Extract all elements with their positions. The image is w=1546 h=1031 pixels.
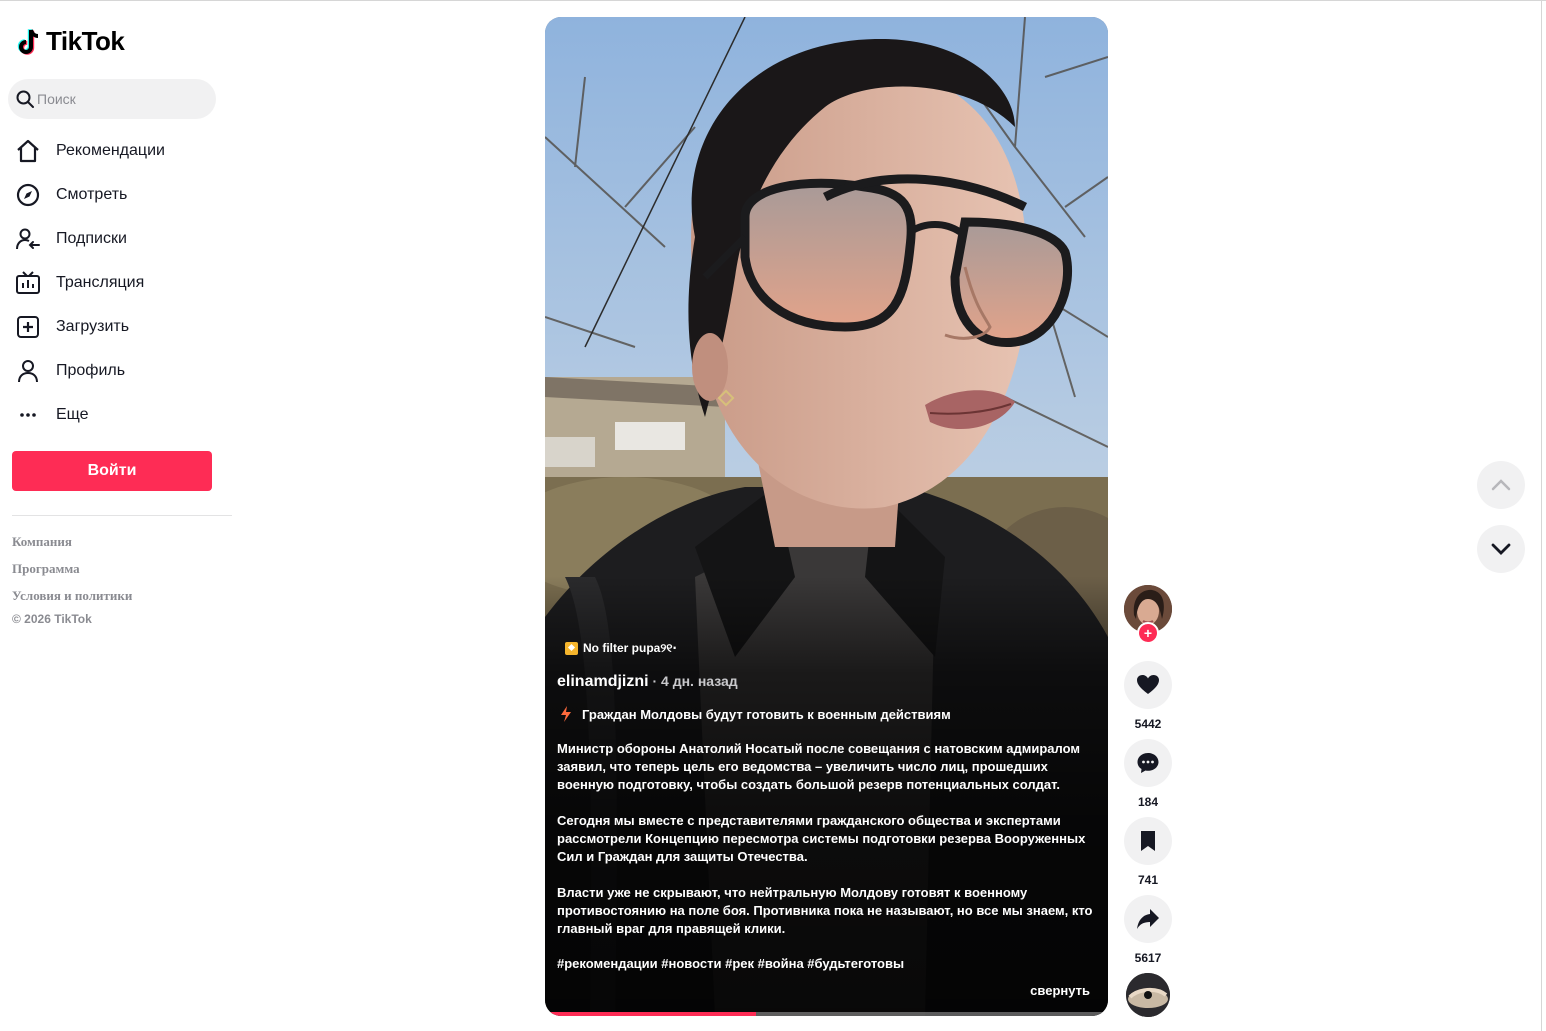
profile-icon bbox=[14, 357, 42, 385]
author-name[interactable]: elinamdjizni bbox=[557, 673, 649, 690]
sidebar-item-label: Рекомендации bbox=[56, 142, 165, 159]
caption-paragraph: Власти уже не скрывают, что нейтральную … bbox=[557, 885, 1093, 936]
sidebar-item-recommendations[interactable]: Рекомендации bbox=[14, 129, 165, 173]
logo-text: TikTok bbox=[46, 26, 125, 56]
hashtags[interactable]: #рекомендации #новости #рек #война #будь… bbox=[557, 956, 1097, 971]
sidebar-item-label: Трансляция bbox=[56, 274, 145, 291]
video-player[interactable]: No filter pupa୨୧‧ elinamdjizni · 4 дн. н… bbox=[545, 17, 1108, 1016]
collapse-caption-button[interactable]: свернуть bbox=[1030, 983, 1090, 998]
next-video-button[interactable] bbox=[1477, 525, 1525, 573]
video-progress-bar[interactable] bbox=[545, 1012, 1108, 1016]
like-count: 5442 bbox=[1134, 717, 1162, 731]
save-button[interactable] bbox=[1124, 817, 1172, 865]
search-box[interactable] bbox=[8, 79, 216, 119]
video-caption: No filter pupa୨୧‧ elinamdjizni · 4 дн. н… bbox=[557, 641, 1097, 971]
comment-count: 184 bbox=[1137, 795, 1159, 809]
search-icon bbox=[16, 90, 34, 108]
share-icon bbox=[1137, 909, 1159, 929]
video-progress-fill bbox=[545, 1012, 757, 1016]
save-action: 741 bbox=[1124, 817, 1172, 895]
comment-icon bbox=[1137, 753, 1159, 773]
author-avatar[interactable]: + bbox=[1124, 585, 1172, 644]
post-time: · 4 дн. назад bbox=[648, 673, 738, 689]
chevron-up-icon bbox=[1491, 479, 1511, 491]
sidebar-item-profile[interactable]: Профиль bbox=[14, 349, 165, 393]
more-icon bbox=[14, 401, 42, 429]
like-action: 5442 bbox=[1124, 661, 1172, 739]
live-tv-icon bbox=[14, 269, 42, 297]
action-bar: + 5442 184 741 5617 bbox=[1124, 585, 1172, 1017]
sidebar-item-label: Смотреть bbox=[56, 186, 128, 203]
footer-link-program[interactable]: Программа bbox=[12, 560, 132, 587]
sidebar-item-label: Профиль bbox=[56, 362, 126, 379]
sidebar-item-label: Загрузить bbox=[56, 318, 130, 335]
share-action: 5617 bbox=[1124, 895, 1172, 973]
share-button[interactable] bbox=[1124, 895, 1172, 943]
share-count: 5617 bbox=[1134, 951, 1162, 965]
footer-link-terms[interactable]: Условия и политики bbox=[12, 587, 132, 614]
comment-button[interactable] bbox=[1124, 739, 1172, 787]
like-button[interactable] bbox=[1124, 661, 1172, 709]
sidebar: TikTok Рекомендации Смотреть Подписки bbox=[0, 0, 240, 1031]
tiktok-logo[interactable]: TikTok bbox=[15, 26, 125, 57]
caption-headline: Граждан Молдовы будут готовить к военным… bbox=[557, 706, 1097, 722]
previous-video-button[interactable] bbox=[1477, 461, 1525, 509]
chevron-down-icon bbox=[1491, 543, 1511, 555]
caption-paragraph: Сегодня мы вместе с представителями граж… bbox=[557, 813, 1086, 864]
sidebar-item-following[interactable]: Подписки bbox=[14, 217, 165, 261]
home-icon bbox=[14, 137, 42, 165]
author-row: elinamdjizni · 4 дн. назад bbox=[557, 673, 1097, 691]
upload-icon bbox=[14, 313, 42, 341]
footer-link-company[interactable]: Компания bbox=[12, 533, 132, 560]
search-input[interactable] bbox=[37, 91, 197, 107]
save-count: 741 bbox=[1137, 873, 1159, 887]
bookmark-icon bbox=[1141, 831, 1155, 851]
copyright: © 2026 TikTok bbox=[12, 612, 92, 626]
heart-icon bbox=[1137, 675, 1159, 694]
music-tag[interactable]: No filter pupa୨୧‧ bbox=[565, 641, 1097, 656]
headline-text: Граждан Молдовы будут готовить к военным… bbox=[582, 706, 951, 722]
footer-links: Компания Программа Условия и политики bbox=[12, 533, 132, 614]
sidebar-item-explore[interactable]: Смотреть bbox=[14, 173, 165, 217]
following-icon bbox=[14, 225, 42, 253]
sidebar-nav: Рекомендации Смотреть Подписки Трансляци… bbox=[14, 129, 165, 437]
login-button[interactable]: Войти bbox=[12, 451, 212, 491]
sidebar-item-upload[interactable]: Загрузить bbox=[14, 305, 165, 349]
sidebar-item-label: Еще bbox=[56, 406, 89, 423]
tiktok-note-icon bbox=[17, 28, 39, 55]
music-disc[interactable] bbox=[1126, 973, 1170, 1017]
right-border bbox=[1541, 0, 1542, 1031]
caption-paragraph: Министр обороны Анатолий Носатый после с… bbox=[557, 741, 1080, 792]
sidebar-item-label: Подписки bbox=[56, 230, 127, 247]
lightning-icon bbox=[561, 706, 571, 722]
sidebar-divider bbox=[12, 515, 232, 516]
comment-action: 184 bbox=[1124, 739, 1172, 817]
follow-button[interactable]: + bbox=[1137, 622, 1159, 644]
music-note-icon bbox=[565, 642, 578, 655]
music-title: No filter pupa୨୧‧ bbox=[583, 641, 677, 655]
music-cover-icon bbox=[1126, 973, 1170, 1017]
compass-icon bbox=[14, 181, 42, 209]
sidebar-item-live[interactable]: Трансляция bbox=[14, 261, 165, 305]
sidebar-item-more[interactable]: Еще bbox=[14, 393, 165, 437]
